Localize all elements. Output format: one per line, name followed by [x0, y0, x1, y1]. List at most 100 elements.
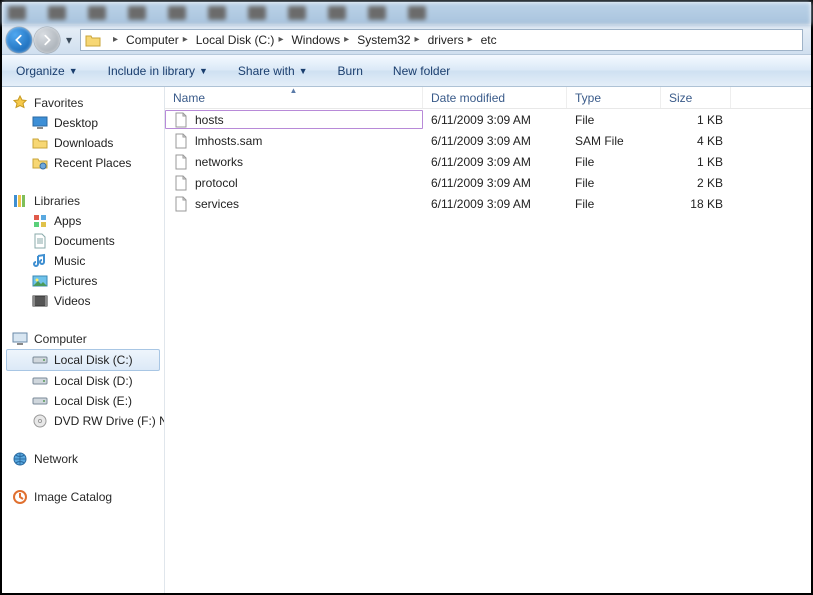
- breadcrumb-item[interactable]: etc: [477, 30, 501, 50]
- column-name[interactable]: Name▲: [165, 87, 423, 108]
- network-icon: [12, 451, 28, 467]
- sidebar-item-apps[interactable]: Apps: [2, 211, 164, 231]
- address-bar: ▾ ▸ Computer▸ Local Disk (C:)▸ Windows▸ …: [2, 25, 811, 55]
- sidebar-item-music[interactable]: Music: [2, 251, 164, 271]
- label: Libraries: [34, 194, 80, 208]
- navigation-pane: Favorites Desktop Downloads Recent Place…: [2, 87, 165, 593]
- label: DVD RW Drive (F:) N: [54, 414, 165, 428]
- sidebar-item-local-disk-d[interactable]: Local Disk (D:): [2, 371, 164, 391]
- breadcrumb-sep[interactable]: ▸: [105, 30, 122, 50]
- file-icon: [173, 196, 189, 212]
- sidebar-item-videos[interactable]: Videos: [2, 291, 164, 311]
- breadcrumb-label: Computer: [126, 33, 179, 47]
- new-folder-button[interactable]: New folder: [389, 61, 454, 81]
- label: Burn: [338, 64, 363, 78]
- file-name: services: [195, 197, 239, 211]
- file-type-cell: File: [567, 176, 661, 190]
- label: Pictures: [54, 274, 97, 288]
- folder-icon: [32, 135, 48, 151]
- image-catalog-group: Image Catalog: [2, 487, 164, 507]
- file-name-cell: lmhosts.sam: [165, 133, 423, 149]
- share-with-button[interactable]: Share with▼: [234, 61, 312, 81]
- label: Size: [669, 91, 692, 105]
- breadcrumb-label: etc: [481, 33, 497, 47]
- sidebar-item-desktop[interactable]: Desktop: [2, 113, 164, 133]
- label: Network: [34, 452, 78, 466]
- label: Name: [173, 91, 205, 105]
- breadcrumb[interactable]: ▸ Computer▸ Local Disk (C:)▸ Windows▸ Sy…: [80, 29, 803, 51]
- nav-history-dropdown[interactable]: ▾: [62, 33, 76, 47]
- recent-icon: [32, 155, 48, 171]
- file-name: protocol: [195, 176, 238, 190]
- dvd-icon: [32, 413, 48, 429]
- file-name-cell: hosts: [165, 110, 423, 129]
- command-toolbar: Organize▼ Include in library ▼ Share with…: [2, 55, 811, 87]
- forward-button[interactable]: [34, 27, 60, 53]
- burn-button[interactable]: Burn: [334, 61, 367, 81]
- include-in-library-button[interactable]: Include in library ▼: [104, 61, 212, 81]
- label: Music: [54, 254, 85, 268]
- label: Type: [575, 91, 601, 105]
- hdd-icon: [32, 393, 48, 409]
- favorites-group: Favorites Desktop Downloads Recent Place…: [2, 93, 164, 173]
- file-row[interactable]: protocol6/11/2009 3:09 AMFile2 KB: [165, 172, 811, 193]
- file-date-cell: 6/11/2009 3:09 AM: [423, 176, 567, 190]
- label: Local Disk (C:): [54, 353, 133, 367]
- file-row[interactable]: networks6/11/2009 3:09 AMFile1 KB: [165, 151, 811, 172]
- breadcrumb-label: System32: [357, 33, 410, 47]
- label: Image Catalog: [34, 490, 112, 504]
- sidebar-item-pictures[interactable]: Pictures: [2, 271, 164, 291]
- file-row[interactable]: lmhosts.sam6/11/2009 3:09 AMSAM File4 KB: [165, 130, 811, 151]
- file-row[interactable]: hosts6/11/2009 3:09 AMFile1 KB: [165, 109, 811, 130]
- chevron-down-icon: ▼: [299, 66, 308, 76]
- videos-icon: [32, 293, 48, 309]
- column-date[interactable]: Date modified: [423, 87, 567, 108]
- breadcrumb-label: Local Disk (C:): [196, 33, 275, 47]
- file-date-cell: 6/11/2009 3:09 AM: [423, 197, 567, 211]
- breadcrumb-item[interactable]: Computer▸: [122, 30, 192, 50]
- sidebar-item-local-disk-c[interactable]: Local Disk (C:): [6, 349, 160, 371]
- file-icon: [173, 154, 189, 170]
- file-row[interactable]: services6/11/2009 3:09 AMFile18 KB: [165, 193, 811, 214]
- libraries-header[interactable]: Libraries: [2, 191, 164, 211]
- label: Documents: [54, 234, 115, 248]
- file-list-pane: Name▲ Date modified Type Size hosts 6/11/…: [165, 87, 811, 593]
- sidebar-item-local-disk-e[interactable]: Local Disk (E:): [2, 391, 164, 411]
- breadcrumb-label: Windows: [291, 33, 340, 47]
- network-header[interactable]: Network: [2, 449, 164, 469]
- sidebar-item-recent[interactable]: Recent Places: [2, 153, 164, 173]
- chevron-down-icon: ▼: [199, 66, 208, 76]
- folder-icon: [85, 32, 101, 48]
- sidebar-item-downloads[interactable]: Downloads: [2, 133, 164, 153]
- hdd-icon: [32, 352, 48, 368]
- file-size-cell: 1 KB: [661, 113, 731, 127]
- label: Include in library: [108, 64, 195, 78]
- breadcrumb-item[interactable]: Windows▸: [287, 30, 353, 50]
- organize-button[interactable]: Organize▼: [12, 61, 82, 81]
- favorites-header[interactable]: Favorites: [2, 93, 164, 113]
- computer-header[interactable]: Computer: [2, 329, 164, 349]
- apps-icon: [32, 213, 48, 229]
- breadcrumb-item[interactable]: drivers▸: [424, 30, 477, 50]
- file-size-cell: 1 KB: [661, 155, 731, 169]
- label: Downloads: [54, 136, 113, 150]
- label: Computer: [34, 332, 87, 346]
- back-button[interactable]: [6, 27, 32, 53]
- column-size[interactable]: Size: [661, 87, 731, 108]
- column-type[interactable]: Type: [567, 87, 661, 108]
- file-name-cell: services: [165, 196, 423, 212]
- hdd-icon: [32, 373, 48, 389]
- file-date-cell: 6/11/2009 3:09 AM: [423, 113, 567, 127]
- breadcrumb-label: drivers: [428, 33, 464, 47]
- file-name: hosts: [195, 113, 224, 127]
- label: New folder: [393, 64, 450, 78]
- sidebar-item-dvd-drive[interactable]: DVD RW Drive (F:) N: [2, 411, 164, 431]
- image-catalog-header[interactable]: Image Catalog: [2, 487, 164, 507]
- breadcrumb-item[interactable]: Local Disk (C:)▸: [192, 30, 288, 50]
- sidebar-item-documents[interactable]: Documents: [2, 231, 164, 251]
- breadcrumb-item[interactable]: System32▸: [353, 30, 423, 50]
- file-size-cell: 4 KB: [661, 134, 731, 148]
- desktop-icon: [32, 115, 48, 131]
- music-icon: [32, 253, 48, 269]
- main-area: Favorites Desktop Downloads Recent Place…: [2, 87, 811, 593]
